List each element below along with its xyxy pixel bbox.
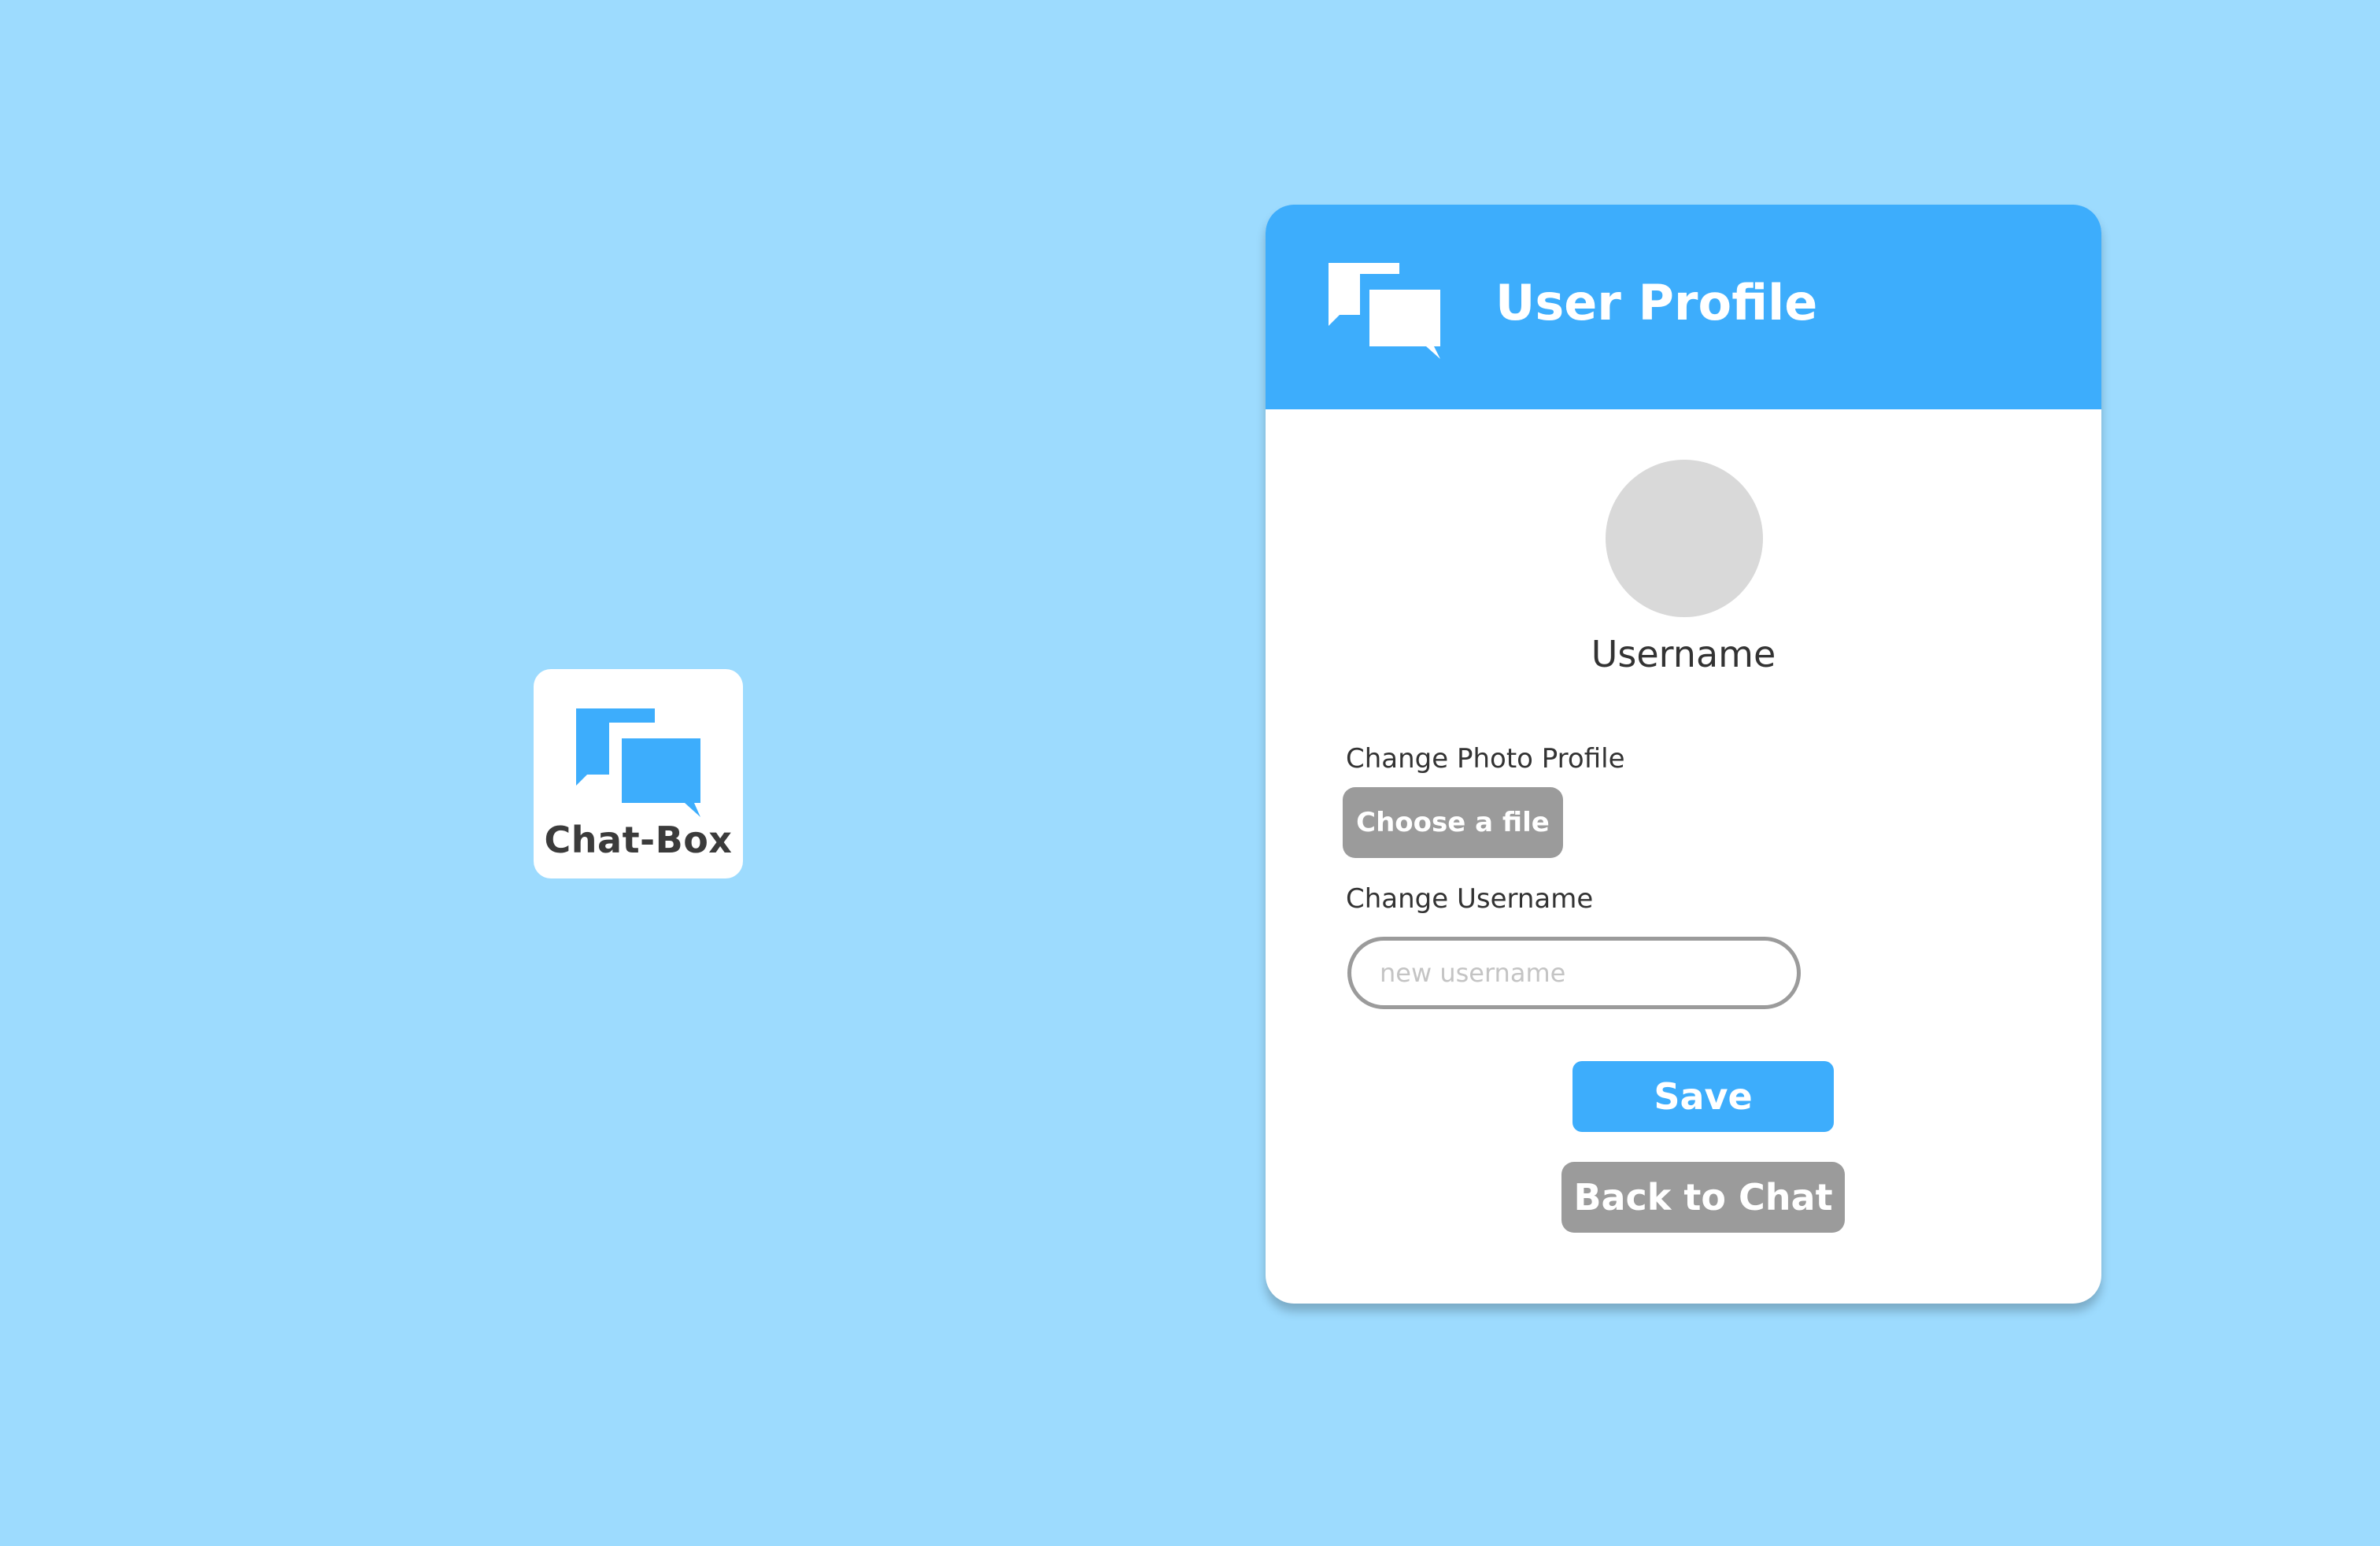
page-title: User Profile [1495,274,1818,331]
card-header: User Profile [1266,205,2101,409]
username-input[interactable] [1347,937,1801,1009]
username-display: Username [1591,633,1776,675]
choose-file-button[interactable]: Choose a file [1343,787,1563,858]
back-to-chat-button[interactable]: Back to Chat [1561,1162,1845,1233]
change-username-label: Change Username [1346,883,1594,915]
app-name: Chat-Box [544,819,733,861]
change-photo-label: Change Photo Profile [1346,743,1625,775]
app-logo: Chat-Box [534,669,743,878]
user-profile-card: User Profile Username Change Photo Profi… [1266,205,2101,1304]
avatar [1606,460,1763,617]
chat-bubbles-icon [1329,263,1440,359]
save-button[interactable]: Save [1572,1061,1834,1132]
chat-bubbles-icon [576,708,700,817]
